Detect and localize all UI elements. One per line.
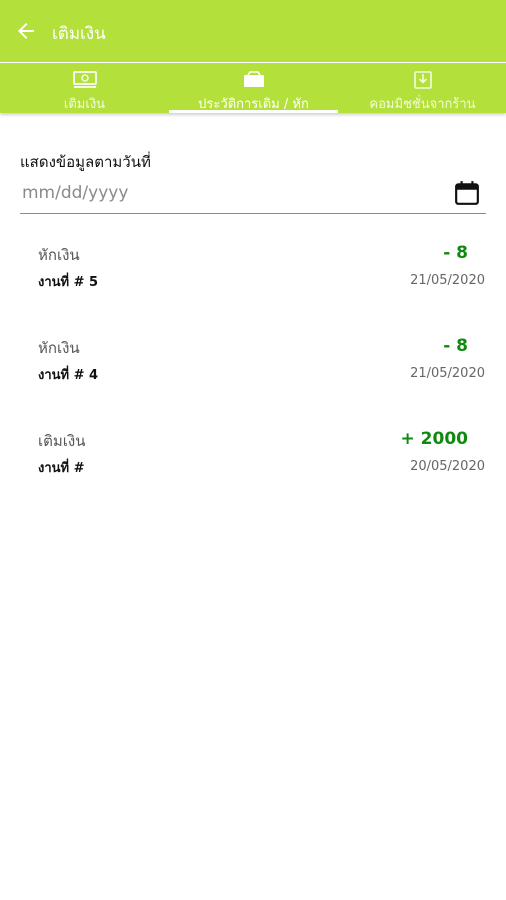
calendar-icon[interactable] xyxy=(454,180,480,206)
transaction-row[interactable]: เติมเงิน งานที่ # + 2000 20/05/2020 xyxy=(0,429,506,499)
wallet-icon xyxy=(243,71,264,87)
transaction-job: งานที่ # xyxy=(38,461,85,476)
tab-history[interactable]: ประวัติการเติม / หัก xyxy=(169,63,338,113)
back-arrow-icon[interactable] xyxy=(14,19,38,43)
app-bar: เติมเงิน xyxy=(0,0,506,62)
transaction-job: งานที่ # 5 xyxy=(38,275,99,290)
tab-commission-label: คอมมิชชั่นจากร้าน xyxy=(369,97,476,112)
transaction-date: 20/05/2020 xyxy=(410,459,485,474)
transaction-type: หักเงิน xyxy=(38,246,80,264)
transaction-row[interactable]: หักเงิน งานที่ # 4 - 8 21/05/2020 xyxy=(0,336,506,406)
tab-topup[interactable]: เติมเงิน xyxy=(0,63,169,113)
date-filter-label: แสดงข้อมูลตามวันที่ xyxy=(20,153,151,171)
page-title: เติมเงิน xyxy=(52,24,106,44)
tab-commission[interactable]: คอมมิชชั่นจากร้าน xyxy=(338,63,506,113)
transaction-date: 21/05/2020 xyxy=(410,273,485,288)
active-tab-indicator xyxy=(169,110,338,113)
transaction-amount: + 2000 xyxy=(400,429,468,449)
transaction-type: เติมเงิน xyxy=(38,432,86,450)
transaction-job: งานที่ # 4 xyxy=(38,368,99,383)
transaction-type: หักเงิน xyxy=(38,339,80,357)
transaction-amount: - 8 xyxy=(443,336,468,356)
transaction-amount: - 8 xyxy=(443,243,468,263)
download-box-icon xyxy=(413,71,432,89)
transaction-date: 21/05/2020 xyxy=(410,366,485,381)
date-filter-field[interactable] xyxy=(20,178,486,214)
tab-bar: เติมเงิน ประวัติการเติม / หัก คอมมิชชั่น… xyxy=(0,63,506,113)
tab-topup-label: เติมเงิน xyxy=(63,97,106,112)
money-icon xyxy=(72,71,97,88)
transaction-row[interactable]: หักเงิน งานที่ # 5 - 8 21/05/2020 xyxy=(0,243,506,313)
date-input[interactable] xyxy=(20,178,424,208)
